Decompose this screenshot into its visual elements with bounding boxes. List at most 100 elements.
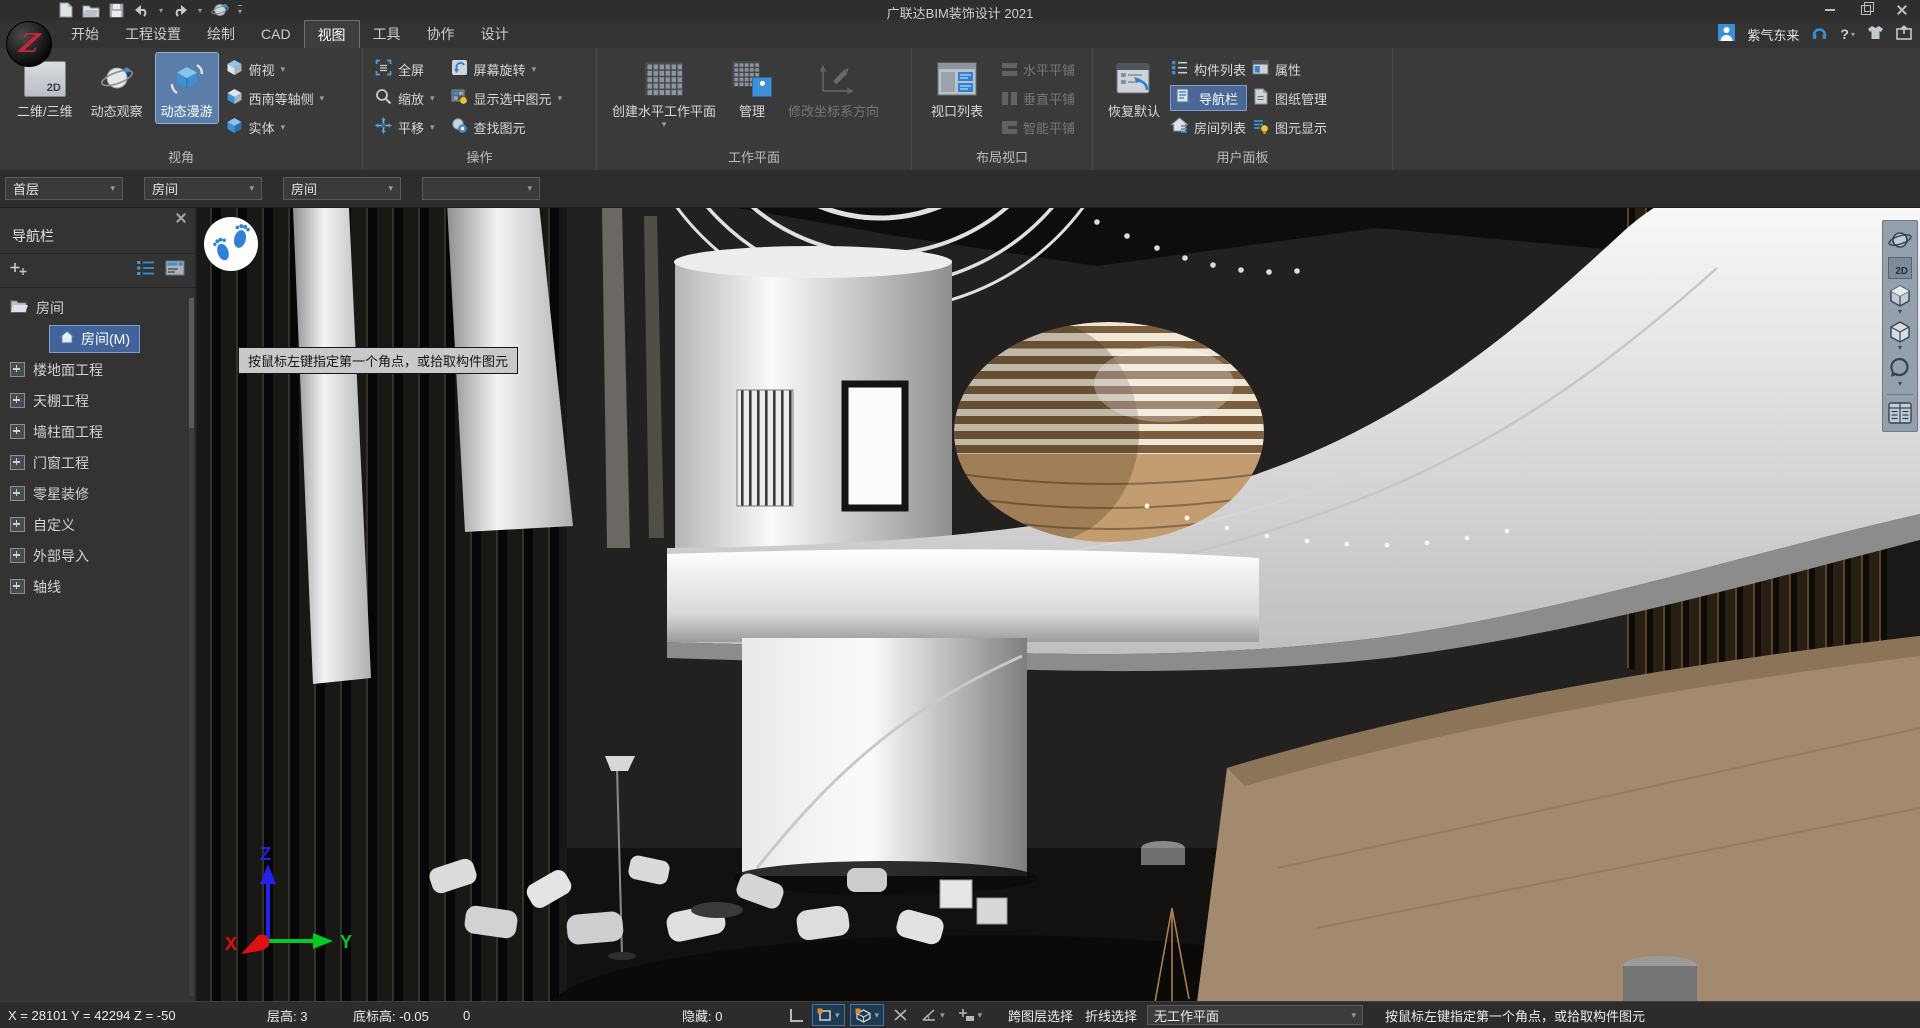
extra-select[interactable]: ▾	[422, 177, 540, 200]
expand-plus-icon[interactable]	[10, 455, 25, 470]
category-select[interactable]: 房间▾	[144, 177, 262, 200]
menu-tile-vertical[interactable]: 垂直平铺	[1002, 86, 1075, 110]
restore-button[interactable]	[1848, 0, 1884, 20]
tree-item-room-group[interactable]: 房间	[0, 292, 195, 323]
customize-toolbar-icon[interactable]: ▾	[238, 5, 242, 16]
logo-letter: Z	[17, 29, 41, 59]
view-cube-button[interactable]: ▾	[1885, 282, 1915, 317]
tree-item-floor-works[interactable]: 楼地面工程	[0, 354, 195, 385]
menu-sw-isometric[interactable]: 西南等轴侧▾	[226, 86, 325, 110]
tree-item-room-m[interactable]: 房间(M)	[0, 323, 195, 354]
share-export-icon[interactable]	[1896, 25, 1912, 43]
tab-tools[interactable]: 工具	[360, 20, 414, 48]
expand-plus-icon[interactable]	[10, 486, 25, 501]
panel-view-icon[interactable]	[165, 260, 185, 281]
button-restore-default[interactable]: 恢复默认	[1103, 53, 1165, 123]
button-create-workplane[interactable]: 创建水平工作平面 ▾	[607, 53, 721, 133]
increment-snap-button[interactable]: ▾	[954, 1005, 987, 1025]
tree-item-axis[interactable]: 轴线	[0, 571, 195, 602]
tree-item-wall-works[interactable]: 墙柱面工程	[0, 416, 195, 447]
orbit-tool-button[interactable]	[1885, 226, 1915, 254]
close-button[interactable]	[1884, 0, 1920, 20]
workplane-select[interactable]: 无工作平面 ▾	[1147, 1005, 1363, 1025]
button-restore-default-label: 恢复默认	[1108, 104, 1160, 119]
type-select[interactable]: 房间▾	[283, 177, 401, 200]
snap-cross-button[interactable]	[889, 1005, 912, 1025]
user-avatar[interactable]	[1718, 24, 1735, 44]
tab-draw[interactable]: 绘制	[194, 20, 248, 48]
tree-item-external-import[interactable]: 外部导入	[0, 540, 195, 571]
rect-selection-mode-button[interactable]: ▾	[812, 1004, 845, 1026]
ortho-mode-button[interactable]	[786, 1005, 807, 1025]
support-headset-icon[interactable]	[1811, 25, 1828, 44]
tree-item-ceiling-works[interactable]: 天棚工程	[0, 385, 195, 416]
tab-view[interactable]: 视图	[304, 20, 360, 48]
expand-plus-icon[interactable]	[10, 424, 25, 439]
username-label[interactable]: 紫气东来	[1747, 25, 1799, 44]
menu-tile-smart[interactable]: 智能平铺	[1002, 115, 1075, 139]
tab-start[interactable]: 开始	[58, 20, 112, 48]
expand-plus-icon[interactable]	[10, 579, 25, 594]
display-style-button[interactable]: ▾	[1885, 318, 1915, 353]
floor-select[interactable]: 首层▾	[5, 177, 123, 200]
minimize-button[interactable]	[1812, 0, 1848, 20]
button-modify-coordinate[interactable]: 修改坐标系方向	[783, 53, 884, 123]
expand-plus-icon[interactable]	[10, 393, 25, 408]
redo-icon[interactable]	[172, 3, 189, 17]
menu-drawing-manage[interactable]: 图纸管理	[1252, 86, 1327, 110]
add-view-icon[interactable]	[10, 262, 27, 280]
button-manage-workplane[interactable]: 管理	[727, 53, 777, 123]
expand-plus-icon[interactable]	[10, 362, 25, 377]
polyline-select-button[interactable]: 折线选择	[1085, 1002, 1137, 1028]
menu-navigation-bar[interactable]: 导航栏	[1171, 86, 1246, 110]
save-icon[interactable]	[109, 3, 124, 18]
menu-tile-horizontal[interactable]: 水平平铺	[1002, 57, 1075, 81]
rotate-view-button[interactable]: ▾	[1885, 354, 1915, 389]
app-logo[interactable]: Z	[6, 21, 52, 67]
list-view-icon[interactable]	[136, 260, 155, 281]
tree-item-misc-decoration[interactable]: 零星装修	[0, 478, 195, 509]
2d-mode-button[interactable]: 2D	[1885, 255, 1915, 281]
button-walkthrough[interactable]: 动态漫游	[156, 53, 218, 123]
menu-find-element[interactable]: 查找图元	[451, 115, 563, 139]
3d-viewport[interactable]: Z Y X	[197, 208, 1920, 1002]
expand-plus-icon[interactable]	[10, 517, 25, 532]
cross-layer-select-button[interactable]: 跨图层选择	[1008, 1002, 1073, 1028]
menu-fullscreen[interactable]: 全屏	[375, 57, 435, 81]
solid-selection-mode-button[interactable]: ▾	[850, 1004, 885, 1026]
sidebar-scrollbar[interactable]	[189, 298, 194, 996]
tab-design[interactable]: 设计	[468, 20, 522, 48]
angle-snap-button[interactable]: ▾	[917, 1005, 949, 1025]
viewport-list-tool-button[interactable]	[1885, 399, 1915, 427]
button-viewport-list[interactable]: 视口列表	[926, 53, 988, 123]
help-button[interactable]: ?▾	[1840, 26, 1855, 42]
panel-close-icon[interactable]	[176, 213, 186, 223]
tab-collaborate[interactable]: 协作	[414, 20, 468, 48]
menu-room-list[interactable]: 房间列表	[1171, 115, 1246, 139]
menu-display-solid[interactable]: 实体▾	[226, 115, 325, 139]
redo-dropdown-icon[interactable]: ▾	[198, 6, 202, 15]
button-dynamic-orbit[interactable]: 动态观察	[86, 53, 148, 123]
open-file-icon[interactable]	[82, 3, 100, 18]
menu-zoom[interactable]: 缩放▾	[375, 86, 435, 110]
new-file-icon[interactable]	[58, 2, 73, 18]
tab-project-settings[interactable]: 工程设置	[112, 20, 194, 48]
undo-dropdown-icon[interactable]: ▾	[159, 6, 163, 15]
3d-scene[interactable]: Z Y X	[197, 208, 1920, 1002]
menu-show-selected[interactable]: 显示选中图元▾	[451, 86, 563, 110]
menu-pan[interactable]: 平移▾	[375, 115, 435, 139]
theme-shirt-icon[interactable]	[1867, 25, 1884, 43]
menu-element-display[interactable]: 图元显示	[1252, 115, 1327, 139]
tree-item-door-window-works[interactable]: 门窗工程	[0, 447, 195, 478]
orbit-quick-icon[interactable]	[211, 2, 229, 18]
menu-screen-rotate[interactable]: 屏幕旋转▾	[451, 57, 563, 81]
tree-item-custom[interactable]: 自定义	[0, 509, 195, 540]
menu-component-list[interactable]: 构件列表	[1171, 57, 1246, 81]
viewport-list-icon	[937, 58, 977, 100]
tab-cad[interactable]: CAD	[248, 20, 304, 48]
menu-properties[interactable]: 属性	[1252, 57, 1327, 81]
expand-plus-icon[interactable]	[10, 548, 25, 563]
undo-icon[interactable]	[133, 3, 150, 17]
group-label-layout-viewport: 布局视口	[912, 147, 1092, 166]
menu-top-view[interactable]: 俯视▾	[226, 57, 325, 81]
